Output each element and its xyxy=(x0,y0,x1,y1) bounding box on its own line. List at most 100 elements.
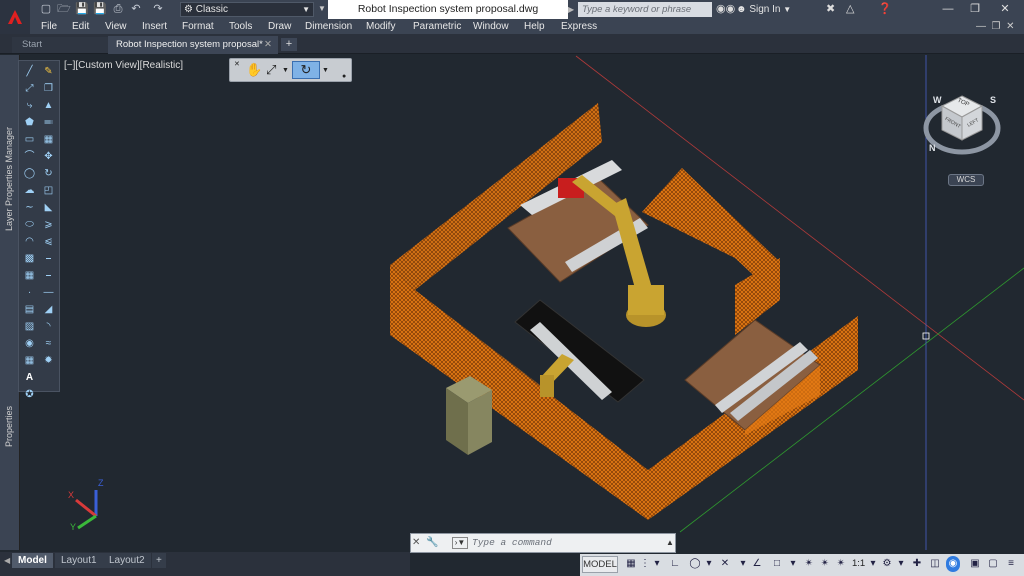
chevron-down-icon[interactable]: ▼ xyxy=(282,67,289,74)
gradient-icon[interactable]: ▨ xyxy=(22,320,37,334)
ortho-icon[interactable]: ∟ xyxy=(668,556,682,572)
break-at-point-icon[interactable]: ⎯ xyxy=(41,269,56,283)
tab-model[interactable]: Model xyxy=(12,553,53,568)
chevron-right-icon[interactable]: ▶ xyxy=(568,0,578,19)
add-layout-button[interactable]: + xyxy=(152,553,166,568)
close-button[interactable]: ✕ xyxy=(990,0,1020,19)
chevron-down-icon[interactable]: ▾ xyxy=(786,556,800,572)
scroll-left-icon[interactable]: ◀ xyxy=(4,556,10,565)
clean-screen-icon[interactable]: ▢ xyxy=(986,556,1000,572)
menu-express[interactable]: Express xyxy=(561,19,597,34)
chamfer-icon[interactable]: ◢ xyxy=(41,303,56,317)
wrench-icon[interactable]: 🔧 xyxy=(426,537,438,548)
command-prompt-icon[interactable]: ›▼ xyxy=(452,537,468,549)
move-icon[interactable]: ✥ xyxy=(41,150,56,164)
spline-icon[interactable]: ∼ xyxy=(22,201,37,215)
a360-icon[interactable]: △ xyxy=(846,2,854,15)
tab-layout2[interactable]: Layout2 xyxy=(103,553,151,568)
offset-icon[interactable]: ≕ xyxy=(41,116,56,130)
menu-window[interactable]: Window xyxy=(473,19,509,34)
make-block-icon[interactable]: ▦ xyxy=(22,269,37,283)
ellipse-arc-icon[interactable]: ◠ xyxy=(22,235,37,249)
fillet-icon[interactable]: ◝ xyxy=(41,320,56,334)
join-icon[interactable]: — xyxy=(41,286,56,300)
menu-format[interactable]: Format xyxy=(182,19,214,34)
viewcube[interactable]: TOP FRONT LEFT W S N xyxy=(920,90,1004,170)
menu-edit[interactable]: Edit xyxy=(72,19,89,34)
drawing-canvas[interactable] xyxy=(62,55,1024,550)
menu-view[interactable]: View xyxy=(105,19,127,34)
menu-insert[interactable]: Insert xyxy=(142,19,167,34)
options-icon[interactable]: ● xyxy=(342,73,346,80)
menu-modify[interactable]: Modify xyxy=(366,19,395,34)
stretch-icon[interactable]: ◣ xyxy=(41,201,56,215)
erase-icon[interactable]: ✎ xyxy=(41,65,56,79)
trim-icon[interactable]: ⩾ xyxy=(41,218,56,232)
scale-icon[interactable]: ◰ xyxy=(41,184,56,198)
tab-document[interactable]: Robot Inspection system proposal* ✕ xyxy=(108,36,278,54)
new-file-icon[interactable]: ▢ xyxy=(38,2,54,17)
chevron-down-icon[interactable]: ▾ xyxy=(894,556,908,572)
layer-properties-tab[interactable]: Layer Properties Manager xyxy=(4,127,14,231)
wcs-menu[interactable]: WCS xyxy=(948,174,984,186)
chevron-down-icon[interactable]: ▾ xyxy=(736,556,750,572)
explode-icon[interactable]: ✹ xyxy=(41,354,56,368)
rotate-icon[interactable]: ↻ xyxy=(41,167,56,181)
orbit-icon[interactable]: ↻ xyxy=(292,61,320,79)
print-icon[interactable]: ⎙ xyxy=(110,2,126,17)
isolate-objects-icon[interactable]: ◉ xyxy=(946,556,960,572)
open-folder-icon[interactable]: 🗁 xyxy=(56,2,72,17)
menu-window-controls[interactable]: — ❐ ✕ xyxy=(976,19,1014,34)
revision-cloud-icon[interactable]: ☁ xyxy=(22,184,37,198)
search-input[interactable]: Type a keyword or phrase xyxy=(578,2,712,17)
polar-tracking-icon[interactable]: ◯ xyxy=(688,556,702,572)
insert-block-icon[interactable]: ▩ xyxy=(22,252,37,266)
menu-help[interactable]: Help xyxy=(524,19,545,34)
viewport-label[interactable]: [−][Custom View][Realistic] xyxy=(64,60,183,71)
chevron-down-icon[interactable]: ▾ xyxy=(702,556,716,572)
hardware-acceleration-icon[interactable]: ▣ xyxy=(968,556,982,572)
annotation-visibility-icon[interactable]: ✴ xyxy=(802,556,816,572)
ucs-icon[interactable]: Z X Y xyxy=(66,478,112,536)
zoom-extents-icon[interactable]: ⤢ xyxy=(266,62,276,78)
object-snap-icon[interactable]: □ xyxy=(770,556,784,572)
units-icon[interactable]: ◫ xyxy=(928,556,942,572)
new-tab-button[interactable]: + xyxy=(281,38,297,51)
menu-parametric[interactable]: Parametric xyxy=(413,19,461,34)
model-space-toggle[interactable]: MODEL xyxy=(582,556,618,573)
close-icon[interactable]: ✕ xyxy=(234,60,240,68)
undo-icon[interactable]: ↶ xyxy=(128,2,144,17)
plus-icon[interactable]: ✚ xyxy=(910,556,924,572)
table-icon[interactable]: ▦ xyxy=(22,354,37,368)
save-icon[interactable]: 💾 xyxy=(74,2,90,17)
object-snap-tracking-icon[interactable]: ∠ xyxy=(750,556,764,572)
menu-draw[interactable]: Draw xyxy=(268,19,291,34)
model-viewport[interactable] xyxy=(62,55,1024,550)
help-icon[interactable]: ❓ xyxy=(878,2,892,15)
workspace-selector[interactable]: ⚙ Classic ▼ xyxy=(180,2,314,17)
menu-file[interactable]: File xyxy=(41,19,57,34)
restore-button[interactable]: ❐ xyxy=(960,0,990,19)
polygon-icon[interactable]: ⬟ xyxy=(22,116,37,130)
customization-menu-icon[interactable]: ≡ xyxy=(1004,556,1018,572)
pan-icon[interactable]: ✋ xyxy=(246,62,262,78)
rectangle-icon[interactable]: ▭ xyxy=(22,133,37,147)
binoculars-icon[interactable]: ◉◉ xyxy=(716,2,735,15)
minimize-button[interactable]: — xyxy=(933,0,963,19)
close-icon[interactable]: ✕ xyxy=(412,537,420,548)
auto-scale-icon[interactable]: ✴ xyxy=(818,556,832,572)
chevron-down-icon[interactable]: ▾ xyxy=(866,556,880,572)
break-icon[interactable]: ⎯ xyxy=(41,252,56,266)
redo-icon[interactable]: ↷ xyxy=(150,2,166,17)
ellipse-icon[interactable]: ⬭ xyxy=(22,218,37,232)
properties-tab[interactable]: Properties xyxy=(4,406,14,447)
menu-dimension[interactable]: Dimension xyxy=(305,19,352,34)
isometric-icon[interactable]: ✕ xyxy=(718,556,732,572)
extend-icon[interactable]: ⩿ xyxy=(41,235,56,249)
array-icon[interactable]: ▦ xyxy=(41,133,56,147)
multiline-text-icon[interactable]: A xyxy=(22,371,37,385)
annotation-scale-icon[interactable]: ✴ xyxy=(834,556,848,572)
add-selected-icon[interactable]: ✪ xyxy=(22,388,37,402)
grid-icon[interactable]: ▦ xyxy=(624,556,638,572)
polyline-icon[interactable]: ⤷ xyxy=(22,99,37,113)
